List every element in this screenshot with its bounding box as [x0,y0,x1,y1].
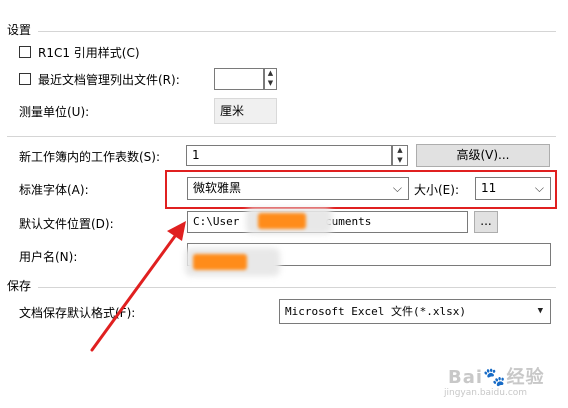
watermark-brand-suffix: 经验 [506,367,545,388]
annotation-arrow [90,221,186,352]
watermark-logo: Bai🐾经验 [448,363,544,389]
watermark-url: jingyan.baidu.com [444,388,528,398]
watermark-brand: Bai [448,367,484,388]
excel-options-dialog: { "settings": { "title": "设置", "r1c1_lab… [0,0,568,408]
paw-icon: 🐾 [483,367,507,388]
